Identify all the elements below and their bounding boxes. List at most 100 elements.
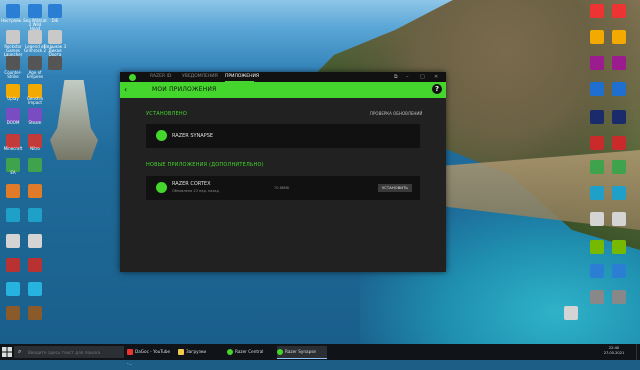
title-bar[interactable]: RAZER ID УВЕДОМЛЕНИЯ ПРИЛОЖЕНИЯ ⧉ – □ ✕: [120, 72, 446, 82]
desktop-shortcut-icon[interactable]: [612, 136, 626, 150]
desktop-shortcut-icon[interactable]: [28, 208, 42, 222]
desktop-shortcut-icon[interactable]: [590, 290, 604, 304]
desktop-shortcut-icon[interactable]: [590, 30, 604, 44]
app-card-razer-synapse[interactable]: RAZER SYNAPSE: [146, 124, 420, 148]
tab-notifications[interactable]: УВЕДОМЛЕНИЯ: [182, 74, 218, 80]
razer-logo-icon: [129, 74, 136, 81]
tab-apps[interactable]: ПРИЛОЖЕНИЯ: [225, 74, 259, 80]
desktop-shortcut-icon[interactable]: [6, 306, 20, 320]
taskbar-item-label: Razer Central: [235, 349, 264, 354]
desktop-shortcut-icon[interactable]: [6, 30, 20, 44]
desktop-shortcut-icon[interactable]: [590, 136, 604, 150]
desktop-shortcut-icon[interactable]: [48, 56, 62, 70]
desktop-shortcut-icon[interactable]: [28, 282, 42, 296]
desktop-shortcut-label: Nitro: [30, 146, 40, 151]
desktop-shortcut-icon[interactable]: [590, 110, 604, 124]
desktop-shortcut-icon[interactable]: [590, 264, 604, 278]
desktop-shortcut-icon[interactable]: [590, 82, 604, 96]
maximize-button[interactable]: □: [420, 74, 425, 80]
razer-cortex-icon: [156, 182, 167, 193]
app-name: RAZER CORTEX: [172, 181, 211, 187]
desktop-shortcut-icon[interactable]: [612, 212, 626, 226]
folder-icon: [178, 349, 184, 355]
restore-icon[interactable]: ⧉: [394, 74, 398, 80]
desktop-shortcut-icon[interactable]: [590, 56, 604, 70]
desktop-shortcut-label: EA: [10, 170, 16, 175]
razer-synapse-window: RAZER ID УВЕДОМЛЕНИЯ ПРИЛОЖЕНИЯ ⧉ – □ ✕ …: [120, 72, 446, 272]
recycle-bin-icon[interactable]: [564, 306, 578, 320]
razer-icon: [277, 349, 283, 355]
taskbar-item-youtube[interactable]: DaGoc - YouTube -...: [127, 346, 175, 366]
desktop-shortcut-icon[interactable]: [612, 160, 626, 174]
desktop-shortcut-icon[interactable]: [48, 4, 62, 18]
minimize-button[interactable]: –: [406, 74, 409, 80]
desktop-shortcut-label: Rockstar Games Launcher: [3, 44, 23, 57]
system-clock[interactable]: 22:40 27.05.2021: [600, 346, 628, 356]
desktop-shortcut-icon[interactable]: [612, 240, 626, 254]
app-size: 70.66МБ: [274, 186, 290, 190]
app-name: RAZER SYNAPSE: [172, 133, 214, 139]
desktop-shortcut-label: DOOM: [6, 120, 20, 125]
taskbar-item-label: Razer Synapse: [285, 349, 316, 354]
desktop-shortcut-icon[interactable]: [612, 264, 626, 278]
desktop-shortcut-icon[interactable]: [612, 56, 626, 70]
desktop-shortcut-icon[interactable]: [28, 306, 42, 320]
windows-start-icon[interactable]: [2, 347, 12, 357]
razer-icon: [227, 349, 233, 355]
desktop-shortcut-icon[interactable]: [590, 4, 604, 18]
desktop-shortcut-icon[interactable]: [28, 158, 42, 172]
desktop-shortcut-label: Uplay: [7, 96, 19, 101]
desktop-shortcut-icon[interactable]: [590, 212, 604, 226]
desktop-shortcut-icon[interactable]: [28, 258, 42, 272]
desktop-shortcut-label: DiE: [51, 18, 59, 23]
desktop-shortcut-icon[interactable]: [612, 290, 626, 304]
desktop-shortcut-icon[interactable]: [612, 4, 626, 18]
taskbar-item-razer-synapse[interactable]: Razer Synapse: [277, 346, 327, 359]
taskbar-item-label: Загрузки: [186, 349, 207, 354]
taskbar-item-label: DaGoc - YouTube -...: [127, 349, 171, 366]
desktop-shortcut-label: Ведьмак 3 Дикая Охота: [43, 44, 67, 57]
desktop-shortcut-icon[interactable]: [28, 30, 42, 44]
desktop-shortcut-icon[interactable]: [6, 282, 20, 296]
desktop-shortcut-icon[interactable]: [6, 258, 20, 272]
desktop-shortcut-icon[interactable]: [28, 184, 42, 198]
desktop-shortcut-label: Counter-Strike: [4, 70, 22, 79]
desktop-shortcut-icon[interactable]: [48, 30, 62, 44]
page-title: МОИ ПРИЛОЖЕНИЯ: [152, 86, 217, 93]
install-button[interactable]: УСТАНОВИТЬ: [378, 184, 412, 192]
desktop-shortcut-icon[interactable]: [612, 82, 626, 96]
desktop-shortcut-icon[interactable]: [590, 186, 604, 200]
desktop-shortcut-label: Steam: [28, 120, 42, 125]
desktop-shortcut-icon[interactable]: [6, 208, 20, 222]
app-updated-text: Обновлено 23 нед. назад: [172, 189, 219, 193]
desktop-shortcut-icon[interactable]: [28, 56, 42, 70]
desktop-shortcut-icon[interactable]: [612, 186, 626, 200]
desktop-shortcut-label: Genshin Impact: [26, 96, 44, 105]
taskbar-item-downloads[interactable]: Загрузки: [178, 346, 224, 358]
desktop-shortcut-icon[interactable]: [6, 184, 20, 198]
clock-date: 27.05.2021: [603, 351, 625, 355]
desktop-shortcut-icon[interactable]: [612, 30, 626, 44]
browser-icon: [127, 349, 133, 355]
check-updates-link[interactable]: ПРОВЕРКА ОБНОВЛЕНИЙ: [370, 111, 422, 117]
razer-synapse-icon: [156, 130, 167, 141]
desktop-shortcut-icon[interactable]: [28, 234, 42, 248]
desktop-shortcut-icon[interactable]: [590, 160, 604, 174]
desktop-shortcut-label: Age of Empires: [26, 70, 44, 79]
desktop-shortcut-icon[interactable]: [612, 110, 626, 124]
desktop-shortcut-icon[interactable]: [590, 240, 604, 254]
desktop-shortcut-icon[interactable]: [28, 4, 42, 18]
taskbar-search[interactable]: ⌕: [14, 346, 124, 358]
desktop-shortcut-icon[interactable]: [6, 56, 20, 70]
search-input[interactable]: [28, 348, 120, 356]
close-button[interactable]: ✕: [434, 74, 438, 80]
taskbar-item-razer-central[interactable]: Razer Central: [227, 346, 275, 358]
help-button[interactable]: ?: [432, 84, 442, 94]
search-icon: ⌕: [18, 348, 22, 355]
show-desktop-button[interactable]: [636, 344, 640, 360]
back-arrow-icon[interactable]: ‹: [124, 85, 127, 95]
desktop-shortcut-icon[interactable]: [6, 234, 20, 248]
taskbar: ⌕ DaGoc - YouTube -... Загрузки Razer Ce…: [0, 344, 640, 366]
desktop-shortcut-icon[interactable]: [6, 4, 20, 18]
tab-razer-id[interactable]: RAZER ID: [150, 74, 171, 80]
